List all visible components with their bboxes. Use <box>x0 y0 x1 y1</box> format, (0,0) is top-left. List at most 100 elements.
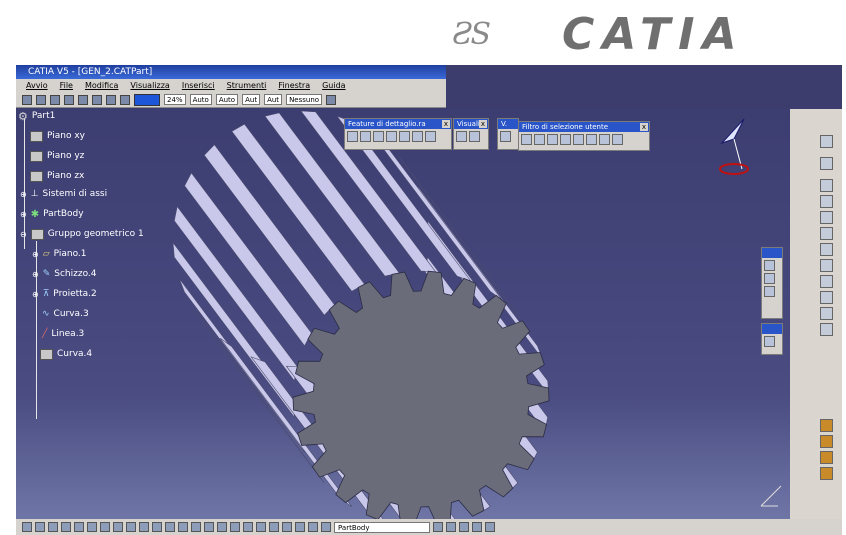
tool-icon[interactable] <box>48 522 58 532</box>
tree-item-line-3[interactable]: ╱ Linea.3 <box>42 327 84 341</box>
copy-icon[interactable] <box>92 94 102 105</box>
point-filter-icon[interactable] <box>521 134 532 145</box>
remove-face-icon[interactable] <box>425 131 436 142</box>
paint-icon[interactable] <box>326 94 337 105</box>
tree-item-axis-systems[interactable]: ⊕ ⊥ Sistemi di assi <box>20 187 107 201</box>
color-swatch[interactable] <box>134 93 160 106</box>
expand-icon[interactable]: ⊕ <box>20 210 27 219</box>
tool-icon[interactable] <box>433 522 443 532</box>
sketch-icon[interactable] <box>820 135 833 148</box>
help-icon[interactable] <box>120 94 130 105</box>
tree-item-curve-4[interactable]: Curva.4 <box>40 347 92 361</box>
view-icon[interactable] <box>456 131 467 142</box>
layer-select[interactable]: Nessuno <box>286 94 323 105</box>
fillet-icon[interactable] <box>347 131 358 142</box>
toolbar-header[interactable]: Feature di dettaglio.ra x <box>345 119 451 129</box>
tree-item-plane-yz[interactable]: Piano yz <box>30 149 84 163</box>
curve-filter-icon[interactable] <box>534 134 545 145</box>
tool-icon[interactable] <box>472 522 482 532</box>
tools-icon[interactable] <box>612 134 623 145</box>
tool-icon[interactable] <box>282 522 292 532</box>
tool-icon[interactable] <box>485 522 495 532</box>
close-icon[interactable]: x <box>640 123 648 131</box>
assembly-icon[interactable] <box>820 435 833 448</box>
view-icon[interactable] <box>469 131 480 142</box>
normal-view-icon[interactable] <box>165 522 175 532</box>
tool-icon[interactable] <box>243 522 253 532</box>
undo-icon[interactable] <box>106 94 116 105</box>
slot-icon[interactable] <box>820 259 833 272</box>
thread-icon[interactable] <box>412 131 423 142</box>
collapse-icon[interactable]: ⊖ <box>20 230 27 239</box>
tool-icon[interactable] <box>269 522 279 532</box>
tool-icon[interactable] <box>295 522 305 532</box>
linetype-select[interactable]: Auto <box>189 94 212 105</box>
zoom-in-icon[interactable] <box>139 522 149 532</box>
remove-loft-icon[interactable] <box>820 307 833 320</box>
trap-icon[interactable] <box>586 134 597 145</box>
menu-guida[interactable]: Guida <box>322 79 345 92</box>
tool-icon[interactable] <box>22 522 32 532</box>
hole-icon[interactable] <box>820 227 833 240</box>
menu-avvio[interactable]: Avvio <box>26 79 48 92</box>
tool-icon[interactable] <box>61 522 71 532</box>
menu-visualizza[interactable]: Visualizza <box>130 79 169 92</box>
chamfer-icon[interactable] <box>360 131 371 142</box>
rib-icon[interactable] <box>820 243 833 256</box>
thickness-icon[interactable] <box>399 131 410 142</box>
open-icon[interactable] <box>36 94 46 105</box>
tree-item-geometric-set[interactable]: ⊖ Gruppo geometrico 1 <box>20 227 144 241</box>
expand-icon[interactable]: ⊕ <box>32 270 39 279</box>
auto-select[interactable]: Aut <box>264 94 283 105</box>
close-icon[interactable]: x <box>442 120 450 128</box>
tool-icon[interactable] <box>321 522 331 532</box>
menu-finestra[interactable]: Finestra <box>278 79 310 92</box>
surface-filter-icon[interactable] <box>547 134 558 145</box>
tool-icon[interactable] <box>764 260 775 271</box>
transparency-select[interactable]: 24% <box>164 94 186 105</box>
tree-item-plane-zx[interactable]: Piano zx <box>30 169 84 183</box>
toolbar-header[interactable] <box>762 248 782 258</box>
menu-strumenti[interactable]: Strumenti <box>227 79 267 92</box>
groove-icon[interactable] <box>820 211 833 224</box>
tool-icon[interactable] <box>35 522 45 532</box>
tree-item-curve-3[interactable]: ∿ Curva.3 <box>42 307 89 321</box>
window-titlebar[interactable]: CATIA V5 - [GEN_2.CATPart] <box>16 65 446 79</box>
assembly-icon[interactable] <box>820 467 833 480</box>
tree-item-plane-xy[interactable]: Piano xy <box>30 129 85 143</box>
intersect-icon[interactable] <box>599 134 610 145</box>
tree-item-partbody[interactable]: ⊕ ✱ PartBody <box>20 207 84 221</box>
save-icon[interactable] <box>50 94 60 105</box>
pad-icon[interactable] <box>820 157 833 170</box>
tree-item-sketch-4[interactable]: ⊕ ✎ Schizzo.4 <box>32 267 97 281</box>
close-icon[interactable]: x <box>479 120 487 128</box>
tool-icon[interactable] <box>764 286 775 297</box>
expand-icon[interactable]: ⊕ <box>32 290 39 299</box>
rotate-icon[interactable] <box>126 522 136 532</box>
loft-icon[interactable] <box>820 291 833 304</box>
feature-filter-icon[interactable] <box>573 134 584 145</box>
menu-inserisci[interactable]: Inserisci <box>182 79 215 92</box>
tool-icon[interactable] <box>500 131 511 142</box>
hide-show-icon[interactable] <box>204 522 214 532</box>
toolbar-header[interactable]: V. <box>498 119 518 129</box>
tool-icon[interactable] <box>764 273 775 284</box>
cut-icon[interactable] <box>78 94 88 105</box>
tree-root-part[interactable]: ⚙ Part1 <box>18 109 55 123</box>
expand-icon[interactable]: ⊕ <box>20 190 27 199</box>
draft-icon[interactable] <box>373 131 384 142</box>
shaft-icon[interactable] <box>820 195 833 208</box>
shell-icon[interactable] <box>386 131 397 142</box>
volume-filter-icon[interactable] <box>560 134 571 145</box>
render-style-icon[interactable] <box>191 522 201 532</box>
views-icon[interactable] <box>178 522 188 532</box>
tool-icon[interactable] <box>87 522 97 532</box>
tool-icon[interactable] <box>459 522 469 532</box>
tree-item-project-2[interactable]: ⊕ ⊼ Proietta.2 <box>32 287 97 301</box>
stiffener-icon[interactable] <box>820 275 833 288</box>
toolbar-header[interactable] <box>762 324 782 334</box>
expand-icon[interactable]: ⊕ <box>32 250 39 259</box>
tool-icon[interactable] <box>230 522 240 532</box>
tool-icon[interactable] <box>308 522 318 532</box>
toolbar-header[interactable]: Visuali x <box>454 119 488 129</box>
